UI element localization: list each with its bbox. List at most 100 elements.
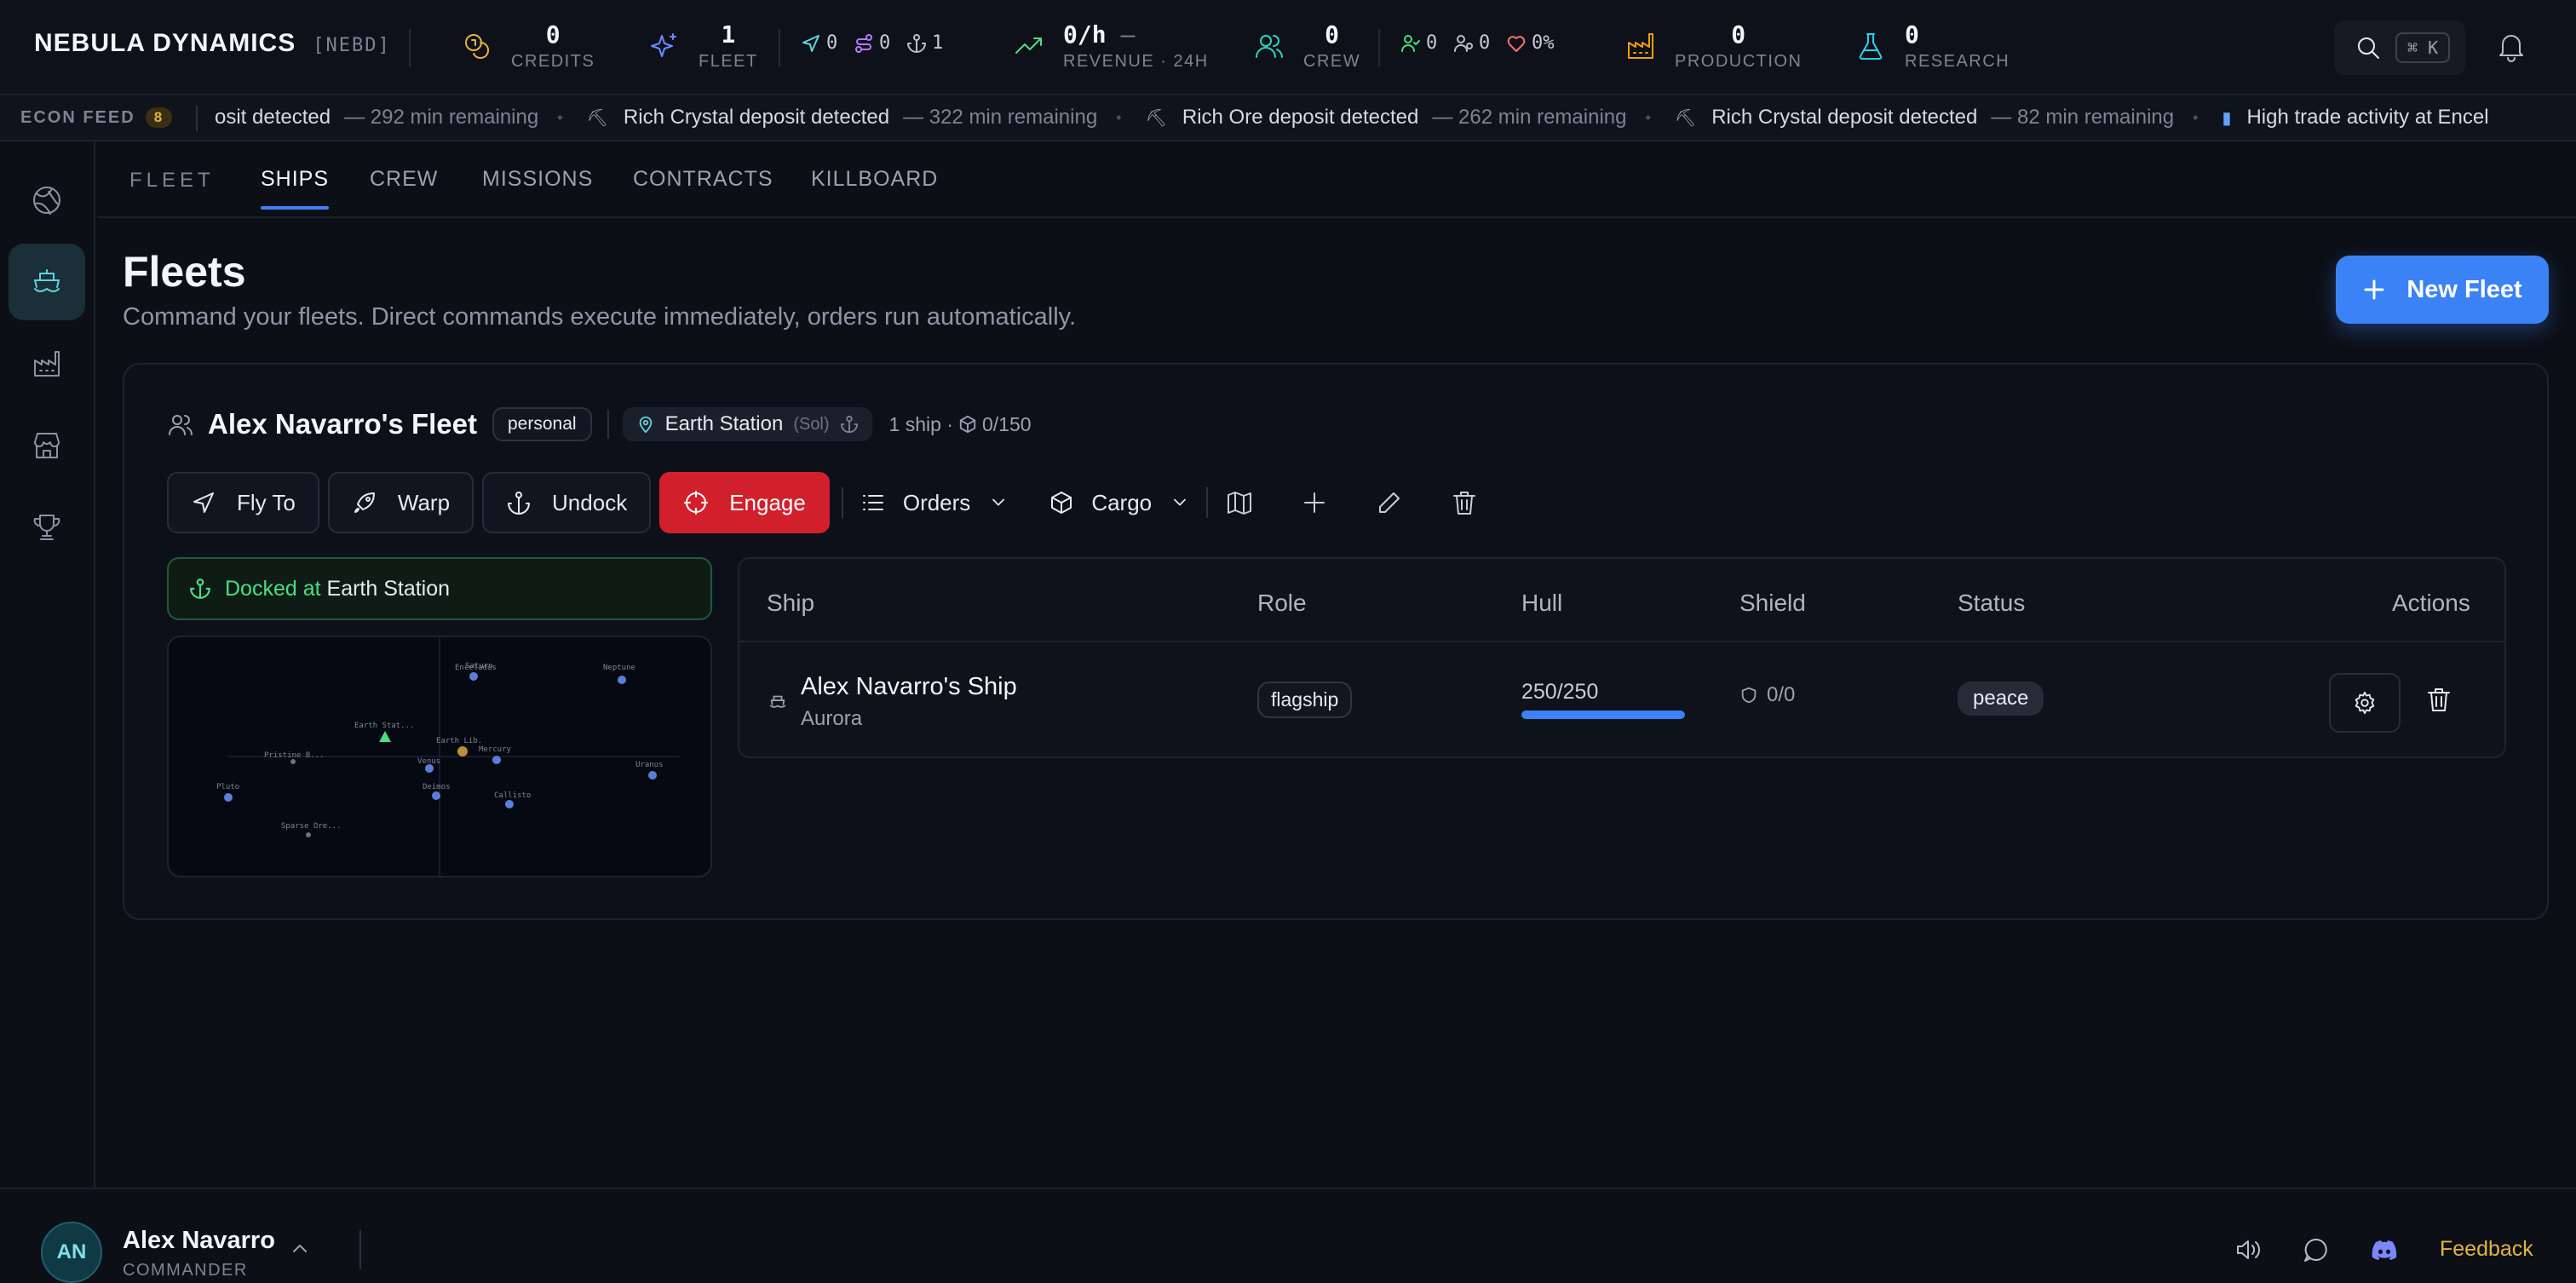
user-clock-icon bbox=[1454, 34, 1473, 52]
pencil-icon[interactable] bbox=[1375, 488, 1404, 517]
new-fleet-button[interactable]: New Fleet bbox=[2336, 256, 2549, 324]
crew-stat[interactable]: 0 CREW bbox=[1254, 20, 1360, 72]
feed-item[interactable]: ⛏ Rich Ore deposit detected — 262 min rema… bbox=[1145, 106, 1650, 129]
pickaxe-icon: ⛏ bbox=[586, 108, 608, 128]
users-icon bbox=[1256, 35, 1283, 58]
divider bbox=[779, 29, 780, 66]
minimap-body[interactable] bbox=[469, 672, 478, 681]
feed-item[interactable]: osit detected — 292 min remaining • bbox=[215, 106, 563, 129]
new-fleet-label: New Fleet bbox=[2406, 275, 2522, 303]
minimap-body[interactable] bbox=[432, 791, 440, 800]
minimap-label: Pluto bbox=[216, 783, 239, 791]
map-icon[interactable] bbox=[1225, 488, 1254, 517]
production-stat[interactable]: 0 PRODUCTION bbox=[1625, 20, 1802, 72]
tab-killboard[interactable]: KILLBOARD bbox=[811, 167, 938, 192]
hull-bar-fill bbox=[1521, 711, 1685, 719]
trash-icon[interactable] bbox=[2424, 685, 2453, 714]
column-header-shield[interactable]: Shield bbox=[1739, 590, 1806, 617]
list-icon bbox=[862, 495, 883, 510]
page-subtitle: Command your fleets. Direct commands exe… bbox=[123, 303, 1077, 331]
chevron-down-icon bbox=[1174, 498, 1187, 506]
minimap-body[interactable] bbox=[505, 800, 514, 808]
discord-icon[interactable] bbox=[2370, 1235, 2399, 1264]
ship-name[interactable]: Alex Navarro's Ship bbox=[801, 673, 1017, 701]
feed-item[interactable]: ⛏ Rich Crystal deposit detected — 322 min … bbox=[587, 106, 1122, 129]
sidebar-item-galaxy[interactable] bbox=[9, 162, 85, 239]
minimap-label: Pristine B... bbox=[264, 751, 324, 760]
minimap-label: Sparse Ore... bbox=[281, 822, 341, 831]
tab-ships[interactable]: SHIPS bbox=[261, 167, 330, 210]
sparkles-icon bbox=[651, 33, 676, 57]
chat-icon[interactable] bbox=[2302, 1235, 2331, 1264]
command-search[interactable]: ⌘ K bbox=[2334, 20, 2465, 75]
orders-dropdown[interactable]: Orders bbox=[860, 490, 1009, 516]
divider bbox=[1378, 29, 1380, 66]
econ-feed-items: osit detected — 292 min remaining • ⛏ Rich … bbox=[215, 106, 2513, 129]
ship-class: Aurora bbox=[801, 707, 863, 730]
minimap-body[interactable] bbox=[306, 832, 311, 837]
bell-icon[interactable] bbox=[2494, 29, 2528, 63]
minimap-sun[interactable] bbox=[457, 746, 468, 757]
undock-button[interactable]: Undock bbox=[482, 472, 652, 533]
brand-ticker: [NEBD] bbox=[313, 35, 391, 56]
bottom-bar: AN Alex Navarro COMMANDER Feedback bbox=[0, 1188, 2576, 1283]
column-header-status[interactable]: Status bbox=[1958, 590, 2025, 617]
divider bbox=[607, 410, 609, 439]
chevron-up-icon[interactable] bbox=[288, 1237, 312, 1261]
sidebar-item-industry[interactable] bbox=[9, 325, 85, 402]
table-row[interactable]: Alex Navarro's Ship Aurora flagship 250/… bbox=[739, 642, 2504, 758]
column-header-hull[interactable]: Hull bbox=[1521, 590, 1562, 617]
revenue-label: REVENUE · 24H bbox=[1063, 52, 1209, 71]
package-icon bbox=[1051, 492, 1072, 514]
coins-icon bbox=[465, 34, 490, 59]
location-system: (Sol) bbox=[793, 414, 830, 434]
map-pin-icon bbox=[639, 416, 652, 434]
fleet-label: FLEET bbox=[699, 52, 758, 71]
feed-item[interactable]: ⛏ Rich Crystal deposit detected — 82 min r… bbox=[1675, 106, 2199, 129]
sidebar-item-fleet[interactable] bbox=[9, 244, 85, 320]
divider bbox=[841, 487, 843, 518]
tab-missions[interactable]: MISSIONS bbox=[482, 167, 593, 192]
trash-icon[interactable] bbox=[1450, 488, 1479, 517]
anchor-icon bbox=[508, 492, 531, 515]
warp-button[interactable]: Warp bbox=[327, 472, 474, 533]
cargo-dropdown[interactable]: Cargo bbox=[1049, 490, 1191, 516]
ship-count: 1 ship · bbox=[888, 412, 953, 435]
tab-contracts[interactable]: CONTRACTS bbox=[633, 167, 773, 192]
research-stat[interactable]: 0 RESEARCH bbox=[1855, 20, 2010, 72]
anchor-icon bbox=[190, 578, 210, 599]
column-header-role[interactable]: Role bbox=[1257, 590, 1307, 617]
factory-icon bbox=[1628, 33, 1653, 59]
tab-crew[interactable]: CREW bbox=[370, 167, 438, 192]
minimap-body[interactable] bbox=[492, 756, 501, 764]
minimap-body[interactable] bbox=[648, 771, 657, 780]
fleet-name: Alex Navarro's Fleet bbox=[208, 408, 477, 440]
fleet-marker[interactable] bbox=[379, 731, 391, 742]
feed-item[interactable]: ▮ High trade activity at Encel bbox=[2222, 106, 2488, 129]
gear-icon bbox=[2355, 691, 2375, 715]
column-header-ship[interactable]: Ship bbox=[767, 590, 814, 617]
fleet-location[interactable]: Earth Station (Sol) bbox=[622, 407, 872, 441]
fly-to-button[interactable]: Fly To bbox=[167, 472, 319, 533]
crew-value: 0 bbox=[1325, 20, 1339, 49]
brand[interactable]: NEBULA DYNAMICS [NEBD] bbox=[34, 29, 391, 58]
fleet-minimap[interactable]: Saturn Enceladus Neptune Earth Stat... P… bbox=[167, 636, 712, 877]
production-label: PRODUCTION bbox=[1675, 52, 1803, 71]
minimap-body[interactable] bbox=[618, 676, 626, 684]
revenue-stat[interactable]: 0/h — REVENUE · 24H bbox=[1014, 20, 1209, 72]
engage-button[interactable]: Engage bbox=[659, 472, 830, 533]
volume-icon[interactable] bbox=[2234, 1235, 2263, 1264]
user-name[interactable]: Alex Navarro bbox=[123, 1227, 275, 1255]
credits-stat[interactable]: 0 CREDITS bbox=[462, 20, 595, 72]
plus-icon[interactable] bbox=[1300, 488, 1329, 517]
fleet-stat[interactable]: 1 FLEET bbox=[649, 20, 758, 72]
sidebar-item-leaderboard[interactable] bbox=[9, 489, 85, 566]
sidebar-item-market[interactable] bbox=[9, 407, 85, 484]
feedback-link[interactable]: Feedback bbox=[2440, 1237, 2533, 1262]
avatar[interactable]: AN bbox=[41, 1222, 102, 1283]
trophy-icon bbox=[33, 515, 60, 540]
minimap-body[interactable] bbox=[224, 793, 233, 802]
fleet-moving-count: 0 bbox=[801, 32, 837, 54]
ship-settings-button[interactable] bbox=[2329, 673, 2401, 733]
credits-label: CREDITS bbox=[511, 52, 595, 71]
